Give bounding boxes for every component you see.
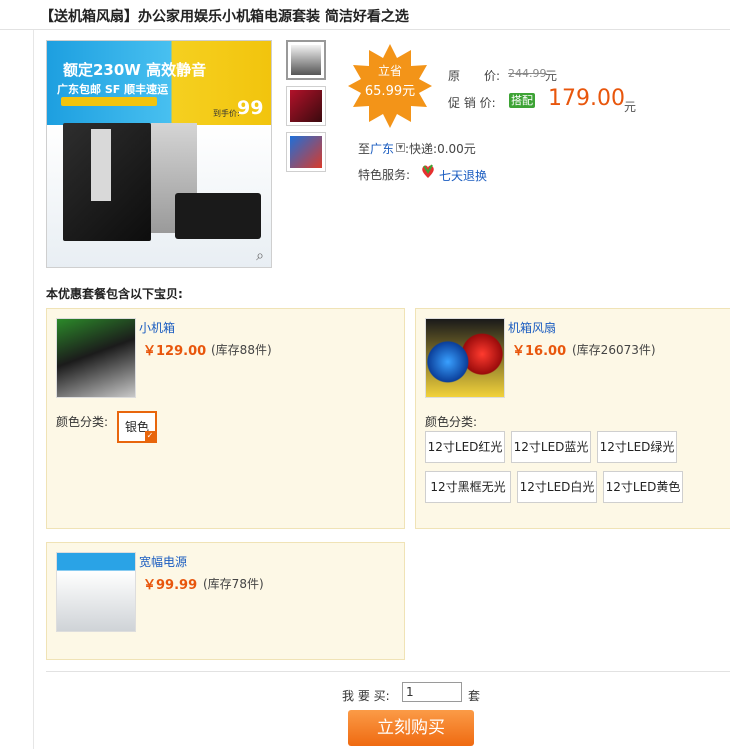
savings-value: 65.99元 <box>364 84 416 99</box>
case-thumbnail[interactable] <box>56 318 136 398</box>
item-price: ￥99.99 <box>143 578 198 593</box>
buy-now-button[interactable]: 立刻购买 <box>348 710 474 746</box>
promo-price-unit: 元 <box>624 100 637 114</box>
original-price-label: 原 价: <box>448 69 501 83</box>
thumbnail-image <box>290 136 322 168</box>
color-option-white[interactable]: 12寸LED白光 <box>517 471 597 503</box>
color-option-yellow[interactable]: 12寸LED黄色 <box>603 471 683 503</box>
color-label: 颜色分类: <box>56 415 109 429</box>
ad-price: 99 <box>237 97 264 119</box>
package-item-case: 小机箱 ￥129.00 (库存88件) 颜色分类: 银色 ✓ <box>46 308 405 529</box>
color-option-blue[interactable]: 12寸LED蓝光 <box>511 431 591 463</box>
item-stock: (库存26073件) <box>572 343 656 357</box>
package-item-fan: 机箱风扇 ￥16.00 (库存26073件) 颜色分类: 12寸LED红光 12… <box>415 308 730 529</box>
savings-label: 立省 <box>377 64 402 78</box>
package-heading: 本优惠套餐包含以下宝贝: <box>46 287 183 301</box>
title-bar: 【送机箱风扇】办公家用娱乐小机箱电源套装 简洁好看之选 <box>0 0 730 30</box>
psu-thumbnail[interactable] <box>56 552 136 632</box>
thumbnail-image <box>290 90 322 122</box>
return-service-icon <box>422 164 434 178</box>
item-stock: (库存78件) <box>203 577 264 591</box>
quantity-unit: 套 <box>468 689 481 703</box>
seven-day-return-link[interactable]: 七天退换 <box>439 167 487 184</box>
promo-price-label: 促 销 价: <box>448 96 496 110</box>
item-price: ￥129.00 <box>143 344 207 359</box>
item-name-link[interactable]: 机箱风扇 <box>508 319 556 336</box>
item-name-link[interactable]: 宽幅电源 <box>139 553 187 570</box>
thumbnail-1[interactable] <box>286 40 326 80</box>
ad-price-label: 到手价: <box>213 109 240 118</box>
original-price-unit: 元 <box>545 69 558 83</box>
selected-check-icon: ✓ <box>145 431 155 441</box>
color-option-green[interactable]: 12寸LED绿光 <box>597 431 677 463</box>
divider <box>46 671 730 672</box>
service-label: 特色服务: <box>358 168 411 182</box>
color-label: 颜色分类: <box>425 415 478 429</box>
package-item-psu: 宽幅电源 ￥99.99 (库存78件) <box>46 542 405 660</box>
color-option-silver[interactable]: 银色 ✓ <box>117 411 157 443</box>
quantity-label: 我 要 买: <box>342 689 390 703</box>
destination-selector[interactable]: 广东 <box>370 140 394 157</box>
chevron-down-icon[interactable]: ▼ <box>396 143 405 152</box>
product-title: 【送机箱风扇】办公家用娱乐小机箱电源套装 简洁好看之选 <box>40 9 409 25</box>
item-price: ￥16.00 <box>512 344 567 359</box>
thumbnail-3[interactable] <box>286 132 326 172</box>
item-stock: (库存88件) <box>211 343 272 357</box>
case-front-panel <box>91 129 111 201</box>
original-price: 244.99 <box>508 67 547 80</box>
thumbnail-image <box>291 45 321 75</box>
item-name-link[interactable]: 小机箱 <box>139 319 175 336</box>
bundle-tag: 搭配 <box>509 93 535 108</box>
ad-subline: 广东包邮 SF 顺丰速运 <box>57 83 169 96</box>
shipping-fee: :快递:0.00元 <box>405 142 476 156</box>
ad-headline: 额定230W 高效静音 <box>63 61 207 79</box>
ad-ribbon <box>61 97 157 106</box>
color-option-black-no-light[interactable]: 12寸黑框无光 <box>425 471 511 503</box>
promo-price: 179.00 <box>548 86 625 111</box>
zoom-icon[interactable]: ⌕ <box>251 247 269 265</box>
color-option-red[interactable]: 12寸LED红光 <box>425 431 505 463</box>
power-supply-image <box>175 193 261 239</box>
thumbnail-2[interactable] <box>286 86 326 126</box>
fan-thumbnail[interactable] <box>425 318 505 398</box>
quantity-input[interactable] <box>402 682 462 702</box>
main-product-image[interactable]: 额定230W 高效静音 广东包邮 SF 顺丰速运 到手价: 99 ⌕ <box>46 40 272 268</box>
ship-to-label: 至 <box>358 142 371 156</box>
left-divider <box>33 30 34 749</box>
